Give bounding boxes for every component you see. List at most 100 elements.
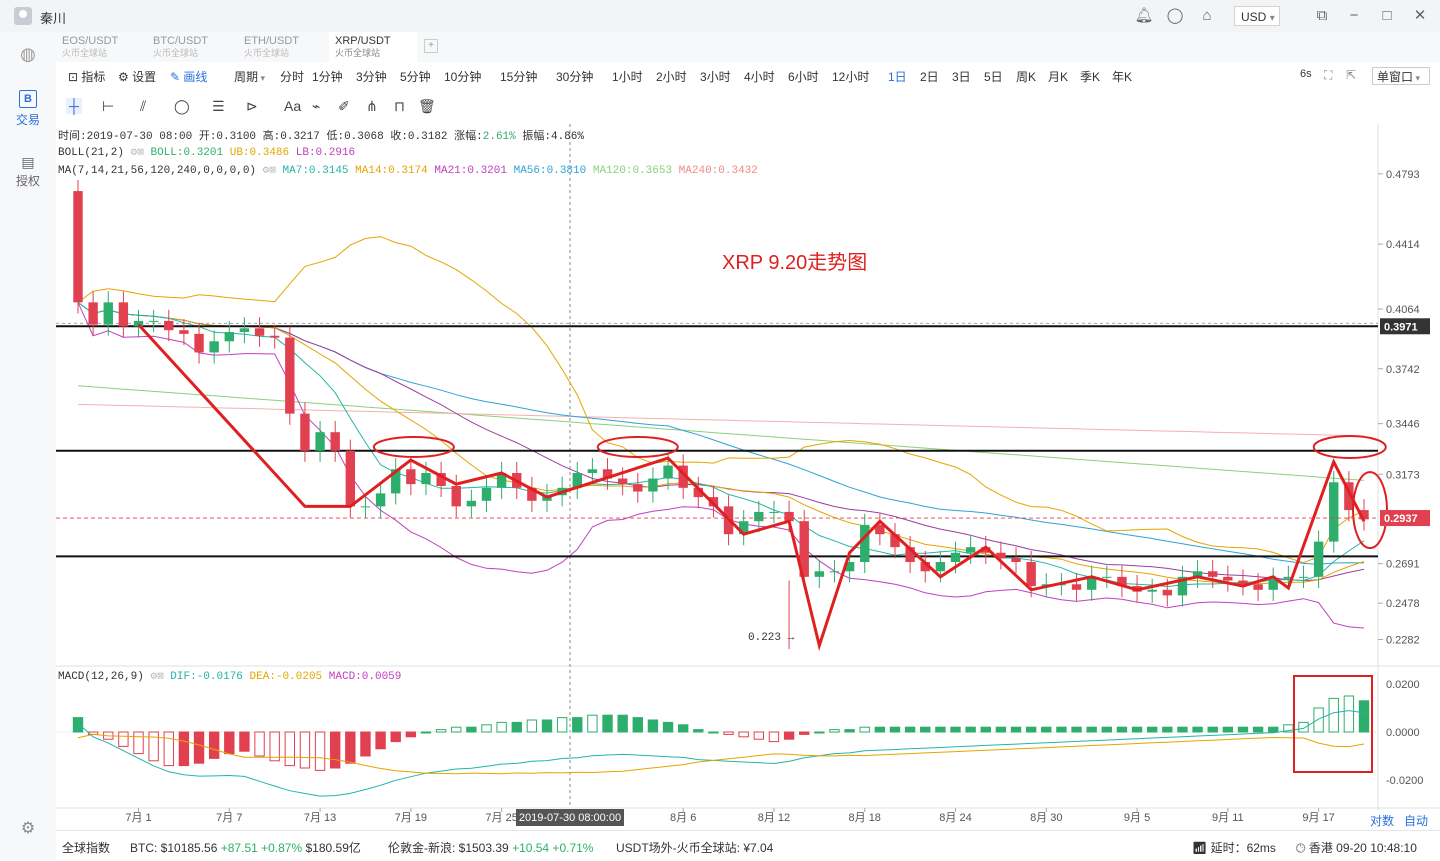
price-chart[interactable]: 0.4793 0.4414 0.4064 0.3742 0.3446 0.3173 0.26… <box>56 124 1440 830</box>
currency-select[interactable]: USD ▾ <box>1234 6 1280 26</box>
fullscreen-icon[interactable]: ⛶ <box>1324 68 1332 83</box>
period-option[interactable]: 3分钟 <box>356 68 387 85</box>
settings-button[interactable]: ⚙ 设置 <box>118 68 156 85</box>
macd-bar <box>647 719 659 733</box>
period-option[interactable]: 年K <box>1112 68 1132 85</box>
macd-bar <box>708 731 719 734</box>
macd-bar <box>1086 726 1097 733</box>
period-option[interactable]: 3小时 <box>700 68 731 85</box>
period-option[interactable]: 3日 <box>952 68 971 85</box>
clock: 🕒︎ 香港 09-20 10:48:10 <box>1296 839 1417 856</box>
macd-close-icon[interactable]: ⊠ <box>157 671 164 683</box>
sidebar-item-authorize[interactable]: ▤ 授权 <box>0 154 56 189</box>
macd-bar <box>693 729 704 733</box>
horizontal-line-tool-icon[interactable]: ⊢ <box>102 98 114 115</box>
draw-label: 画线 <box>183 70 208 84</box>
tab-eth-usdt[interactable]: ETH/USDT 火币全球站 <box>238 32 326 62</box>
period-option[interactable]: 季K <box>1080 68 1100 85</box>
boll-close-icon[interactable]: ⊠ <box>137 147 144 159</box>
sidebar-item-trade[interactable]: B 交易 <box>0 90 56 128</box>
user-avatar[interactable] <box>14 7 32 25</box>
period-option[interactable]: 5日 <box>984 68 1003 85</box>
period-option[interactable]: 1小时 <box>612 68 643 85</box>
fibonacci-tool-icon[interactable]: ☰ <box>212 98 225 115</box>
share-icon[interactable]: ⧉ <box>1312 6 1332 26</box>
macd-bar <box>1252 726 1264 733</box>
draw-button[interactable]: ✎ 画线 <box>170 68 207 85</box>
candle-body <box>88 302 98 325</box>
info-amplitude: 振幅:4.86% <box>522 131 584 143</box>
indicator-button[interactable]: ⊡ 指标 <box>68 68 105 85</box>
period-option[interactable]: 30分钟 <box>556 68 593 85</box>
ma-close-icon[interactable]: ⊠ <box>269 165 276 177</box>
tab-eos-usdt[interactable]: EOS/USDT 火币全球站 <box>56 32 144 62</box>
trend-line-tool-icon[interactable]: ⫽ <box>140 98 146 115</box>
candle-body <box>1147 589 1157 592</box>
macd-bar <box>1162 726 1173 733</box>
btc-ticker[interactable]: BTC: $10185.56 +87.51 +0.87% $180.59亿 <box>130 839 361 856</box>
period-option[interactable]: 4小时 <box>744 68 775 85</box>
period-option[interactable]: 2小时 <box>656 68 687 85</box>
macd-bar <box>1071 726 1082 733</box>
period-option[interactable]: 月K <box>1048 68 1068 85</box>
macd-bar <box>632 717 643 733</box>
macd-bar <box>541 719 553 733</box>
info-time: 时间:2019-07-30 08:00 <box>58 131 193 143</box>
period-option[interactable]: 周K <box>1016 68 1036 85</box>
tab-xrp-usdt[interactable]: XRP/USDT 火币全球站 <box>329 32 417 62</box>
refresh-interval[interactable]: 6s <box>1300 68 1312 80</box>
period-option[interactable]: 6小时 <box>788 68 819 85</box>
add-tab-icon[interactable]: + <box>424 39 438 53</box>
date-tick-label: 8月 6 <box>670 812 696 824</box>
period-option[interactable]: 2日 <box>920 68 939 85</box>
period-option[interactable]: 分时 <box>280 68 304 85</box>
candle-body <box>300 413 310 451</box>
crosshair-tool-icon[interactable]: ┼ <box>66 98 82 114</box>
macd-bar <box>118 731 129 747</box>
auto-scale-button[interactable]: 自动 <box>1404 812 1428 829</box>
lock-tool-icon[interactable]: ⊓ <box>394 98 405 115</box>
macd-bar <box>965 726 976 733</box>
macd-bar <box>269 731 280 762</box>
macd-bar <box>481 724 492 733</box>
candle-body <box>950 552 961 562</box>
usdt-ticker[interactable]: USDT场外-火币全球站: ¥7.04 <box>616 839 773 856</box>
close-icon[interactable]: ✕ <box>1410 6 1430 26</box>
global-index-label[interactable]: 全球指数 <box>62 839 110 856</box>
settings-icon[interactable]: ⚙ <box>0 818 56 838</box>
shirt-icon[interactable]: ⌂ <box>1197 6 1217 26</box>
popout-icon[interactable]: ⇱ <box>1346 68 1356 82</box>
trash-icon[interactable]: 🗑︎ <box>418 98 436 115</box>
macd-bar <box>935 726 946 733</box>
pencil-icon: ✎ <box>170 70 184 84</box>
period-option[interactable]: 1分钟 <box>312 68 343 85</box>
bell-icon[interactable]: 🔔︎ <box>1134 6 1154 26</box>
maximize-icon[interactable]: □ <box>1377 6 1397 26</box>
candle-body <box>73 191 83 303</box>
period-option[interactable]: 15分钟 <box>500 68 537 85</box>
magnet-tool-icon[interactable]: ⋔ <box>366 98 378 115</box>
search-icon[interactable]: ◯ <box>1165 6 1185 26</box>
text-tool-icon[interactable]: Aa <box>284 98 301 114</box>
candle-body <box>164 320 174 331</box>
price-tick-label: 0.4793 <box>1386 169 1420 181</box>
date-tick-label: 8月 18 <box>849 812 881 824</box>
gold-ticker[interactable]: 伦敦金-新浪: $1503.39 +10.54 +0.71% <box>388 839 593 856</box>
period-select[interactable]: 周期 ▾ <box>234 68 265 85</box>
period-option[interactable]: 10分钟 <box>444 68 481 85</box>
period-option[interactable]: 1日 <box>888 68 907 85</box>
candle-body <box>1253 584 1263 590</box>
window-mode-select[interactable]: 单窗口 ▾ <box>1372 67 1430 85</box>
tab-btc-usdt[interactable]: BTC/USDT 火币全球站 <box>147 32 235 62</box>
macd-bar <box>844 729 855 733</box>
minimize-icon[interactable]: − <box>1344 6 1364 26</box>
period-option[interactable]: 12小时 <box>832 68 869 85</box>
globe-icon[interactable]: ◍ <box>0 44 56 65</box>
ruler-tool-icon[interactable]: ⌁ <box>312 98 320 115</box>
ellipse-tool-icon[interactable]: ◯ <box>174 98 190 115</box>
period-option[interactable]: 5分钟 <box>400 68 431 85</box>
log-scale-button[interactable]: 对数 <box>1370 812 1394 829</box>
tab-pair: ETH/USDT <box>244 35 299 47</box>
brush-tool-icon[interactable]: ✐ <box>338 98 350 115</box>
pattern-tool-icon[interactable]: ⊳ <box>246 98 258 115</box>
